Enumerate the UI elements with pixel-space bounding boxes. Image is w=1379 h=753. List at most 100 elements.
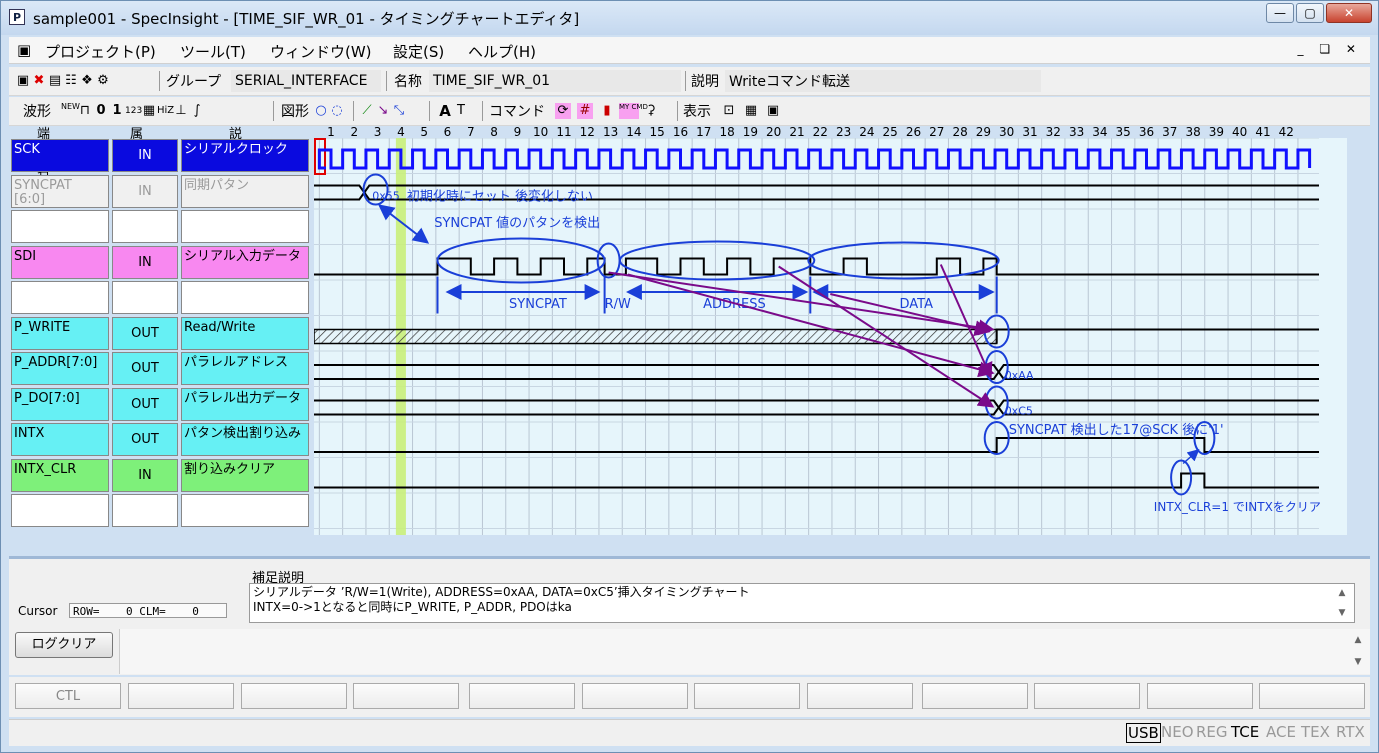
pin-icon[interactable]: ⚳	[643, 103, 659, 119]
minimize-button[interactable]: —	[1266, 3, 1294, 23]
scroll-down-icon[interactable]: ▼	[1335, 606, 1349, 621]
name-field[interactable]: TIME_SIF_WR_01	[433, 71, 550, 91]
signal-description[interactable]: シリアルクロック	[181, 139, 309, 172]
signal-description[interactable]: 割り込みクリア	[181, 458, 309, 492]
signal-attribute[interactable]	[112, 210, 178, 243]
menu-window[interactable]: ウィンドウ(W)	[270, 41, 372, 62]
signal-description[interactable]	[181, 210, 309, 243]
double-arrow-icon[interactable]: ⤡	[391, 103, 407, 119]
numeric-icon[interactable]: 123	[125, 103, 142, 119]
signal-row[interactable]	[11, 280, 311, 315]
log-scroll-up-icon[interactable]: ▲	[1351, 635, 1365, 645]
signal-icon[interactable]: ▮	[599, 103, 615, 119]
clock-wave-icon[interactable]: ⊓	[77, 103, 93, 119]
signal-attribute[interactable]: OUT	[112, 387, 178, 421]
signal-description[interactable]	[181, 494, 309, 527]
signal-name[interactable]: INTX_CLR	[11, 458, 109, 492]
signal-row[interactable]: INTX OUT パタン検出割り込み	[11, 422, 311, 457]
scroll-up-icon[interactable]: ▲	[1335, 586, 1349, 601]
signal-name[interactable]: P_WRITE	[11, 316, 109, 350]
signal-name[interactable]: P_ADDR[7:0]	[11, 352, 109, 385]
signal-description[interactable]: パラレル出力データ	[181, 387, 309, 421]
signal-name[interactable]	[11, 494, 109, 527]
network-icon[interactable]: ❖	[79, 73, 95, 89]
hiz-icon[interactable]: HiZ	[157, 103, 174, 119]
break-icon[interactable]: ∫	[189, 103, 205, 119]
signal-description[interactable]: 同期パタン	[181, 174, 309, 208]
mdi-controls[interactable]: _ ❏ ✕	[1298, 42, 1362, 56]
function-key-button[interactable]	[922, 683, 1028, 709]
function-key-button[interactable]	[1147, 683, 1253, 709]
grid-icon[interactable]: ▦	[743, 103, 759, 119]
close-button[interactable]: ✕	[1326, 3, 1372, 23]
signal-row[interactable]: SYNCPAT [6:0] IN 同期パタン	[11, 174, 311, 209]
function-key-button[interactable]	[582, 683, 688, 709]
doc-icon[interactable]: ▣	[17, 41, 31, 59]
ellipse-icon[interactable]: ○	[313, 103, 329, 119]
signal-row[interactable]: P_WRITE OUT Read/Write	[11, 316, 311, 351]
text-icon[interactable]: A	[437, 103, 453, 119]
gear-icon[interactable]: ⚙	[95, 73, 111, 89]
signal-attribute[interactable]: IN	[112, 458, 178, 492]
function-key-button[interactable]	[1259, 683, 1365, 709]
one-icon[interactable]: 1	[109, 103, 125, 119]
maximize-button[interactable]: ▢	[1296, 3, 1324, 23]
signal-row[interactable]	[11, 209, 311, 244]
hatch-icon[interactable]: ▦	[141, 103, 157, 119]
function-key-button[interactable]	[1034, 683, 1140, 709]
window-icon[interactable]: ▣	[765, 103, 781, 119]
function-key-button[interactable]	[694, 683, 800, 709]
signal-attribute[interactable]: OUT	[112, 352, 178, 385]
waveform-canvas[interactable]: 0x55 初期化時にセット 後変化しない SYNCPAT 値のパタンを検出 SYNCP…	[313, 137, 1347, 535]
signal-description[interactable]: パタン検出割り込み	[181, 423, 309, 456]
zero-icon[interactable]: 0	[93, 103, 109, 119]
signal-attribute[interactable]: IN	[112, 174, 178, 208]
menu-project[interactable]: プロジェクト(P)	[45, 41, 156, 62]
signal-row[interactable]	[11, 493, 311, 528]
signal-row[interactable]: SCK IN シリアルクロック	[11, 138, 311, 173]
signal-name[interactable]: SYNCPAT [6:0]	[11, 174, 109, 208]
signal-name[interactable]	[11, 210, 109, 243]
signal-description[interactable]: Read/Write	[181, 316, 309, 350]
save-icon[interactable]: ▣	[15, 73, 31, 89]
new-wave-icon[interactable]: NEW	[61, 103, 80, 119]
function-key-button[interactable]	[353, 683, 459, 709]
stop-icon[interactable]: ✖	[31, 73, 47, 89]
function-key-button[interactable]	[128, 683, 234, 709]
screen-icon[interactable]: ▤	[47, 73, 63, 89]
signal-attribute[interactable]: IN	[112, 245, 178, 279]
log-output[interactable]: ▲ ▼	[119, 629, 1370, 674]
function-key-button[interactable]	[469, 683, 575, 709]
text-tool-icon[interactable]: T	[453, 103, 469, 119]
signal-name[interactable]: SCK	[11, 139, 109, 172]
signal-attribute[interactable]: IN	[112, 139, 178, 172]
function-key-button[interactable]	[241, 683, 347, 709]
hash-icon[interactable]: #	[577, 103, 593, 119]
function-key-button[interactable]	[807, 683, 913, 709]
signal-name[interactable]: INTX	[11, 423, 109, 456]
signal-name[interactable]: P_DO[7:0]	[11, 387, 109, 421]
signal-row[interactable]: P_ADDR[7:0] OUT パラレルアドレス	[11, 351, 311, 386]
arrow-icon[interactable]: ↘	[375, 103, 391, 119]
signal-description[interactable]	[181, 281, 309, 314]
my-cmd-icon[interactable]: MY CMD	[619, 103, 648, 119]
menu-help[interactable]: ヘルプ(H)	[468, 41, 536, 62]
signal-attribute[interactable]: OUT	[112, 423, 178, 456]
title-bar[interactable]: P sample001 - SpecInsight - [TIME_SIF_WR…	[1, 1, 1378, 35]
signal-name[interactable]: SDI	[11, 245, 109, 279]
function-key-button[interactable]: CTL	[15, 683, 121, 709]
menu-tools[interactable]: ツール(T)	[180, 41, 246, 62]
signal-description[interactable]: パラレルアドレス	[181, 352, 309, 385]
dashed-ellipse-icon[interactable]: ◌	[329, 103, 345, 119]
line-icon[interactable]: ⟋	[359, 103, 375, 119]
signal-attribute[interactable]	[112, 281, 178, 314]
signal-row[interactable]: P_DO[7:0] OUT パラレル出力データ	[11, 387, 311, 422]
group-field[interactable]: SERIAL_INTERFACE	[235, 71, 367, 91]
menu-settings[interactable]: 設定(S)	[393, 41, 444, 62]
signal-row[interactable]: SDI IN シリアル入力データ	[11, 245, 311, 280]
signal-attribute[interactable]	[112, 494, 178, 527]
log-clear-button[interactable]: ログクリア	[15, 632, 113, 658]
bus-icon[interactable]: ⊥	[173, 103, 189, 119]
log-scroll-down-icon[interactable]: ▼	[1351, 657, 1365, 667]
signal-name[interactable]	[11, 281, 109, 314]
